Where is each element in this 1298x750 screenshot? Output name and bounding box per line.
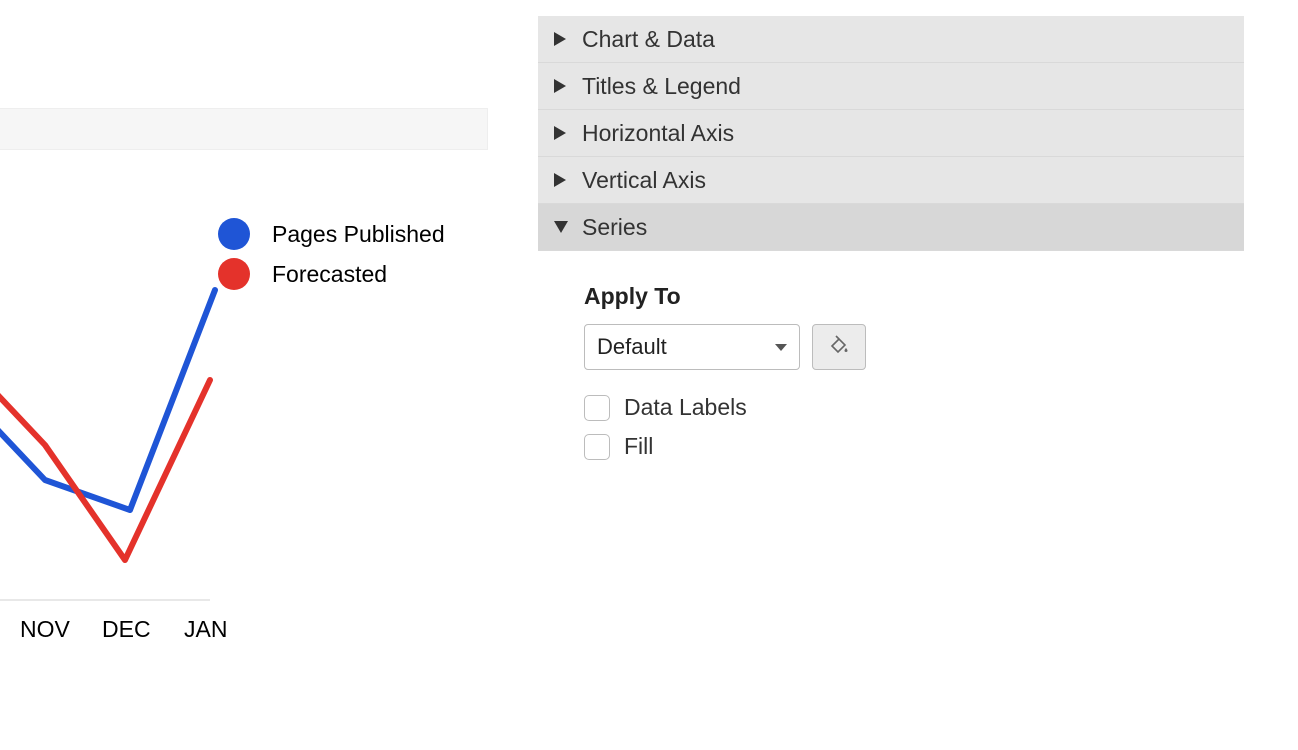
x-tick-label: JAN [184, 616, 227, 643]
legend-label: Forecasted [272, 261, 387, 288]
accordion-label: Chart & Data [582, 26, 715, 53]
chart-legend: Pages Published Forecasted [218, 214, 445, 294]
checkbox-icon [584, 395, 610, 421]
chevron-right-icon [554, 173, 582, 187]
x-tick-label: DEC [102, 616, 151, 643]
checkbox-label: Fill [624, 433, 653, 460]
accordion-label: Horizontal Axis [582, 120, 734, 147]
legend-item: Forecasted [218, 254, 445, 294]
data-labels-checkbox-row[interactable]: Data Labels [584, 394, 1244, 421]
accordion-label: Vertical Axis [582, 167, 706, 194]
accordion-label: Titles & Legend [582, 73, 741, 100]
chevron-down-icon [775, 344, 787, 351]
series-section-body: Apply To Default Data Labels [538, 251, 1244, 460]
chevron-right-icon [554, 126, 582, 140]
fill-color-button[interactable] [812, 324, 866, 370]
apply-to-label: Apply To [584, 283, 1244, 310]
legend-swatch-icon [218, 218, 250, 250]
checkbox-label: Data Labels [624, 394, 747, 421]
chart-title-bar [0, 108, 488, 150]
select-value: Default [597, 334, 667, 360]
checkbox-icon [584, 434, 610, 460]
chevron-right-icon [554, 79, 582, 93]
apply-to-select[interactable]: Default [584, 324, 800, 370]
chart-preview: Pages Published Forecasted NOV DEC JAN [0, 0, 490, 750]
accordion-vertical-axis[interactable]: Vertical Axis [538, 157, 1244, 204]
fill-checkbox-row[interactable]: Fill [584, 433, 1244, 460]
accordion-chart-and-data[interactable]: Chart & Data [538, 16, 1244, 63]
legend-label: Pages Published [272, 221, 445, 248]
chevron-right-icon [554, 32, 582, 46]
chevron-down-icon [554, 221, 582, 233]
chart-properties-panel: Chart & Data Titles & Legend Horizontal … [538, 16, 1244, 472]
legend-swatch-icon [218, 258, 250, 290]
accordion-horizontal-axis[interactable]: Horizontal Axis [538, 110, 1244, 157]
paint-bucket-icon [827, 333, 851, 362]
x-tick-label: NOV [20, 616, 70, 643]
accordion-titles-and-legend[interactable]: Titles & Legend [538, 63, 1244, 110]
accordion-series[interactable]: Series [538, 204, 1244, 251]
accordion-label: Series [582, 214, 647, 241]
legend-item: Pages Published [218, 214, 445, 254]
